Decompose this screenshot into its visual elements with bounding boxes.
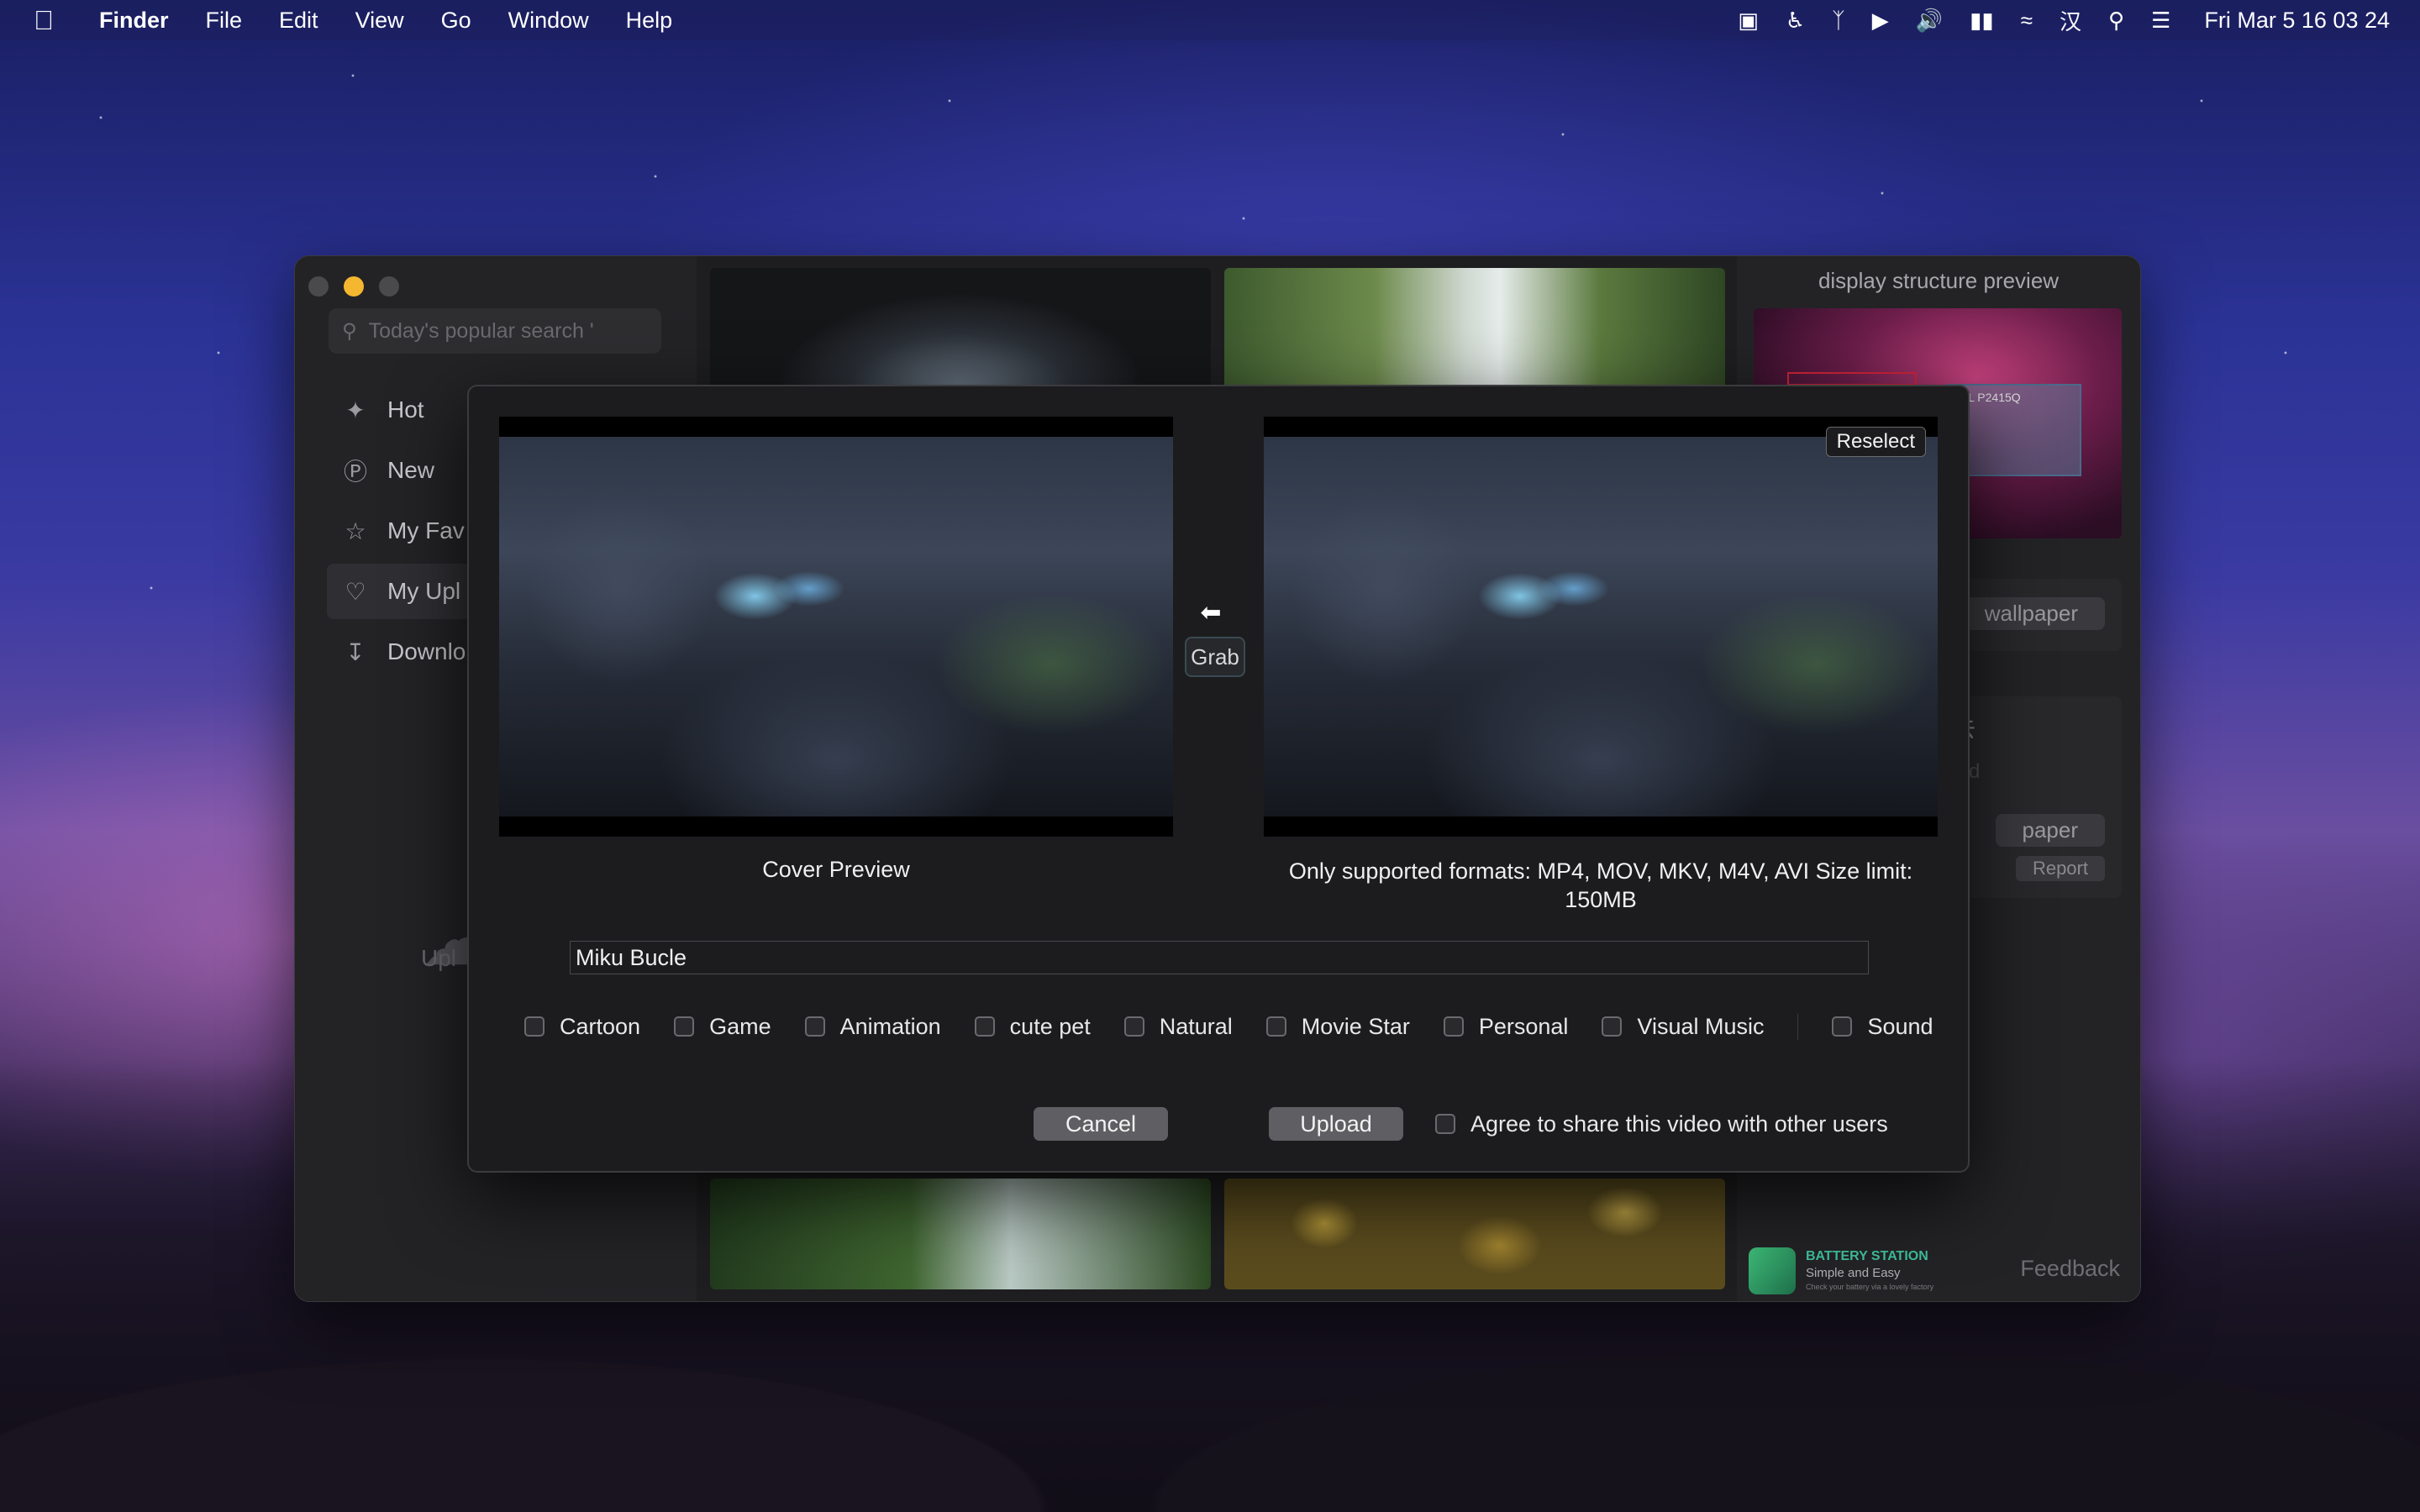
tag-sound[interactable]: Sound — [1797, 1013, 1933, 1040]
set-wallpaper-button[interactable]: wallpaper — [1957, 597, 2105, 630]
screen-mirror-icon[interactable]: ▣ — [1738, 8, 1759, 34]
display-outline-primary — [1787, 372, 1917, 386]
sidebar-item-label: My Fav — [387, 517, 465, 543]
battery-station-ad[interactable]: BATTERY STATION Simple and Easy Check yo… — [1749, 1247, 1950, 1294]
menu-help[interactable]: Help — [626, 8, 673, 34]
tag-label: cute pet — [1009, 1013, 1091, 1039]
ad-title: BATTERY STATION — [1806, 1249, 1928, 1263]
checkbox[interactable] — [524, 1016, 544, 1037]
tag-label: Sound — [1867, 1013, 1933, 1039]
accessibility-icon[interactable]: ♿ — [1786, 8, 1805, 34]
agree-share-option[interactable]: Agree to share this video with other use… — [1435, 1107, 1888, 1141]
battery-icon[interactable]: ▮▮ — [1970, 8, 1994, 34]
wallpaper-thumbnail[interactable] — [1224, 268, 1725, 394]
report-button[interactable]: Report — [2015, 856, 2105, 881]
menu-edit[interactable]: Edit — [279, 8, 318, 34]
upload-dialog: Reselect ⬅ Grab Cover Preview Only suppo… — [467, 385, 1970, 1173]
agree-label: Agree to share this video with other use… — [1470, 1110, 1888, 1137]
upload-button[interactable]: Upload — [1269, 1107, 1403, 1141]
formats-label: Only supported formats: MP4, MOV, MKV, M… — [1288, 858, 1913, 912]
bluetooth-icon[interactable]: ᛉ — [1832, 8, 1845, 34]
heart-icon: ♡ — [345, 578, 366, 605]
cover-preview-label: Cover Preview — [762, 857, 910, 882]
checkbox[interactable] — [804, 1016, 825, 1037]
zoom-window-button[interactable] — [379, 276, 399, 297]
title-input[interactable] — [570, 941, 1869, 974]
menu-window[interactable]: Window — [508, 8, 589, 34]
search-placeholder: Today's popular search ' — [368, 318, 594, 343]
control-center-icon[interactable]: ☰ — [2151, 8, 2170, 34]
checkbox[interactable] — [974, 1016, 995, 1037]
ad-tagline: Check your battery via a lovely factory — [1806, 1283, 1934, 1291]
tag-movie-star[interactable]: Movie Star — [1265, 1013, 1410, 1040]
search-icon: ⚲ — [342, 319, 357, 343]
tag-label: Personal — [1478, 1013, 1569, 1039]
sidebar-item-label: New — [387, 457, 435, 483]
checkbox[interactable] — [1265, 1016, 1286, 1037]
cancel-button[interactable]: Cancel — [1034, 1107, 1168, 1141]
new-badge-icon: Ⓟ — [343, 459, 367, 485]
input-method-icon[interactable]: 汉 — [2060, 5, 2081, 36]
menu-view[interactable]: View — [355, 8, 404, 34]
tag-label: Movie Star — [1301, 1013, 1410, 1039]
grab-button[interactable]: Grab — [1185, 637, 1245, 677]
tag-cartoon[interactable]: Cartoon — [524, 1014, 640, 1040]
checkbox[interactable] — [1443, 1016, 1464, 1037]
tag-label: Visual Music — [1637, 1013, 1765, 1039]
feedback-link[interactable]: Feedback — [2020, 1256, 2120, 1282]
wallpaper-thumbnail[interactable] — [710, 268, 1211, 394]
tag-label: Cartoon — [560, 1013, 641, 1039]
menu-go[interactable]: Go — [441, 8, 471, 34]
video-frame — [1264, 437, 1938, 816]
video-preview: Reselect — [1264, 417, 1938, 837]
battery-station-logo — [1749, 1247, 1796, 1294]
window-controls — [308, 276, 399, 297]
menu-bar:  Finder File Edit View Go Window Help ▣… — [0, 0, 2420, 40]
minimize-window-button[interactable] — [344, 276, 364, 297]
wallpaper-thumbnail[interactable] — [1224, 1179, 1725, 1289]
menu-clock[interactable]: Fri Mar 5 16 03 24 — [2204, 8, 2390, 34]
upload-hint: Upl — [421, 945, 457, 971]
search-input[interactable]: ⚲ Today's popular search ' — [329, 308, 661, 354]
menu-file[interactable]: File — [206, 8, 243, 34]
close-window-button[interactable] — [308, 276, 329, 297]
tag-personal[interactable]: Personal — [1443, 1013, 1569, 1040]
agree-checkbox[interactable] — [1435, 1114, 1455, 1134]
menu-app-name[interactable]: Finder — [99, 8, 169, 34]
checkbox[interactable] — [674, 1016, 695, 1037]
tag-cute-pet[interactable]: cute pet — [974, 1013, 1091, 1040]
sidebar-item-label: Downlo — [387, 638, 466, 664]
cover-preview-image — [499, 417, 1173, 837]
reselect-button[interactable]: Reselect — [1825, 427, 1926, 457]
play-icon[interactable]: ▶ — [1872, 8, 1889, 34]
sidebar-item-label: My Upl — [387, 578, 461, 604]
arrow-left-icon: ⬅ — [1200, 599, 1222, 627]
star-icon: ☆ — [345, 517, 366, 544]
tag-label: Game — [709, 1013, 771, 1039]
tag-natural[interactable]: Natural — [1123, 1013, 1233, 1040]
tag-game[interactable]: Game — [674, 1014, 771, 1040]
tag-animation[interactable]: Animation — [804, 1013, 941, 1040]
checkbox[interactable] — [1602, 1016, 1623, 1037]
wifi-icon[interactable]: ≈ — [2021, 8, 2033, 34]
spotlight-icon[interactable]: ⚲ — [2108, 8, 2124, 34]
sidebar-item-label: Hot — [387, 396, 424, 423]
checkbox[interactable] — [1832, 1016, 1853, 1037]
ad-subtitle: Simple and Easy — [1806, 1266, 1901, 1280]
tag-visual-music[interactable]: Visual Music — [1602, 1014, 1764, 1040]
download-icon: ↧ — [345, 638, 366, 665]
paper-button[interactable]: paper — [1995, 814, 2105, 847]
wallpaper-thumbnail[interactable] — [710, 1179, 1211, 1289]
cover-frame — [499, 437, 1173, 816]
checkbox[interactable] — [1123, 1016, 1144, 1037]
display-structure-title: display structure preview — [1818, 268, 2060, 293]
tag-label: Natural — [1159, 1013, 1233, 1039]
apple-menu-icon[interactable]:  — [34, 5, 54, 36]
tag-checkboxes: Cartoon Game Animation cute pet Natural … — [524, 1010, 1967, 1043]
tag-label: Animation — [839, 1013, 941, 1039]
volume-icon[interactable]: 🔊 — [1916, 8, 1943, 34]
fire-icon: ✦ — [345, 396, 366, 423]
